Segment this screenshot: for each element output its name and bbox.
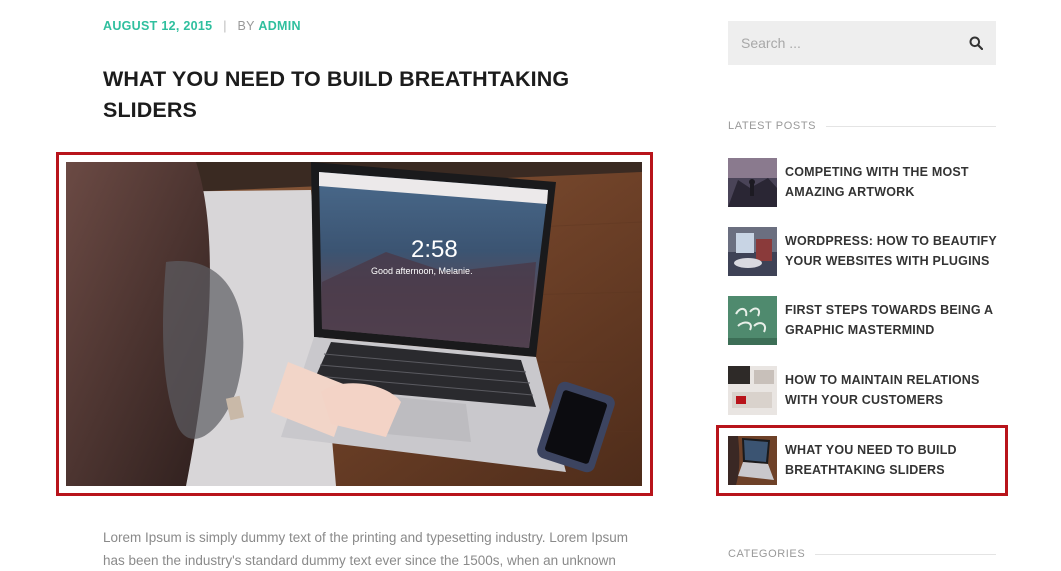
search-form — [728, 21, 996, 65]
post-meta: AUGUST 12, 2015 | BY ADMIN — [103, 19, 301, 33]
latest-post-title[interactable]: COMPETING WITH THE MOST AMAZING ARTWORK — [785, 162, 998, 202]
latest-post-item[interactable]: WHAT YOU NEED TO BUILD BREATHTAKING SLID… — [728, 435, 998, 485]
post-thumbnail — [728, 295, 777, 345]
categories-title: CATEGORIES — [728, 548, 806, 560]
latest-post-item[interactable]: HOW TO MAINTAIN RELATIONS WITH YOUR CUST… — [728, 365, 998, 415]
laptop-clock: 2:58 — [411, 236, 458, 263]
latest-post-title[interactable]: WORDPRESS: HOW TO BEAUTIFY YOUR WEBSITES… — [785, 231, 998, 271]
meta-by-label: BY — [237, 19, 255, 33]
latest-post-title[interactable]: HOW TO MAINTAIN RELATIONS WITH YOUR CUST… — [785, 370, 998, 410]
heading-divider — [815, 553, 996, 555]
post-thumbnail — [728, 157, 777, 207]
search-icon — [969, 36, 983, 50]
latest-post-title[interactable]: FIRST STEPS TOWARDS BEING A GRAPHIC MAST… — [785, 300, 998, 340]
meta-separator: | — [223, 19, 227, 33]
post-thumbnail — [728, 435, 777, 485]
laptop-photo: 2:58 Good afternoon, Melanie. — [66, 162, 642, 486]
post-author-link[interactable]: ADMIN — [258, 19, 300, 33]
latest-post-item[interactable]: WORDPRESS: HOW TO BEAUTIFY YOUR WEBSITES… — [728, 226, 998, 276]
post-thumbnail — [728, 365, 777, 415]
latest-posts-heading: LATEST POSTS — [728, 120, 996, 132]
post-excerpt: Lorem Ipsum is simply dummy text of the … — [103, 530, 628, 568]
latest-posts-title: LATEST POSTS — [728, 120, 817, 132]
search-button[interactable] — [956, 21, 996, 65]
post-thumbnail — [728, 226, 777, 276]
heading-divider — [826, 125, 996, 127]
categories-heading: CATEGORIES — [728, 548, 996, 560]
latest-post-title[interactable]: WHAT YOU NEED TO BUILD BREATHTAKING SLID… — [785, 440, 998, 480]
featured-image[interactable]: 2:58 Good afternoon, Melanie. — [56, 152, 653, 496]
laptop-greeting: Good afternoon, Melanie. — [371, 266, 473, 276]
search-input[interactable] — [728, 21, 958, 65]
post-date-link[interactable]: AUGUST 12, 2015 — [103, 19, 212, 33]
post-title: WHAT YOU NEED TO BUILD BREATHTAKING SLID… — [103, 67, 570, 122]
latest-post-item[interactable]: FIRST STEPS TOWARDS BEING A GRAPHIC MAST… — [728, 295, 998, 345]
latest-post-item[interactable]: COMPETING WITH THE MOST AMAZING ARTWORK — [728, 157, 998, 207]
